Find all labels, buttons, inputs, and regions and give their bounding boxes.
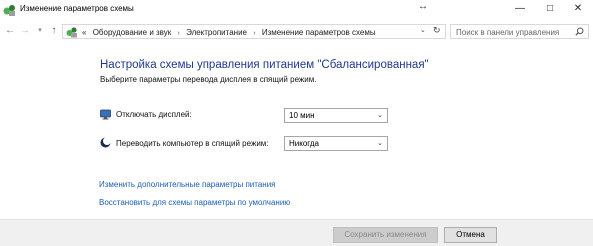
breadcrumb-separator[interactable]: › xyxy=(253,30,255,37)
page-title: Настройка схемы управления питанием "Сба… xyxy=(100,59,429,71)
recent-locations-button[interactable]: ▾ xyxy=(33,23,47,39)
monitor-icon xyxy=(100,109,111,120)
footer-bar xyxy=(0,219,593,246)
back-button[interactable]: ← xyxy=(3,23,17,39)
display-off-label: Отключать дисплей: xyxy=(116,110,192,119)
search-input[interactable]: Поиск в панели управления xyxy=(450,24,589,39)
close-button[interactable]: ✕ xyxy=(563,1,593,17)
display-off-select[interactable]: 10 мин ⌄ xyxy=(284,108,388,123)
minimize-button[interactable]: — xyxy=(505,1,535,17)
display-off-value: 10 мин xyxy=(289,111,315,120)
breadcrumb-prefix[interactable]: « xyxy=(82,28,86,37)
up-button[interactable]: ↑ xyxy=(47,23,61,39)
forward-button[interactable]: → xyxy=(18,23,32,39)
control-panel-icon xyxy=(66,27,77,38)
chevron-down-icon: ⌄ xyxy=(377,112,383,119)
sleep-value: Никогда xyxy=(289,139,319,148)
refresh-icon[interactable]: ↻ xyxy=(433,25,441,36)
breadcrumb-edit-plan[interactable]: Изменение параметров схемы xyxy=(262,28,376,37)
chevron-down-icon: ⌄ xyxy=(377,140,383,147)
breadcrumb: « Оборудование и звук › Электропитание ›… xyxy=(82,26,376,40)
address-bar: ← → ▾ ↑ « Оборудование и звук › Электроп… xyxy=(0,20,593,42)
resize-icon: ↔ xyxy=(418,1,428,12)
breadcrumb-hardware-sound[interactable]: Оборудование и звук xyxy=(93,28,172,37)
search-placeholder: Поиск в панели управления xyxy=(456,28,560,37)
moon-icon xyxy=(100,137,111,148)
search-icon xyxy=(575,27,584,36)
window-title: Изменение параметров схемы xyxy=(20,4,134,13)
power-options-icon xyxy=(3,5,15,16)
save-button[interactable]: Сохранить изменения xyxy=(333,227,438,243)
title-bar: Изменение параметров схемы ↔ — □ ✕ xyxy=(0,0,593,20)
breadcrumb-power-options[interactable]: Электропитание xyxy=(186,28,247,37)
address-dropdown-icon[interactable]: ⌄ xyxy=(420,26,426,34)
cancel-button[interactable]: Отмена xyxy=(444,227,497,243)
breadcrumb-separator[interactable]: › xyxy=(178,30,180,37)
sleep-label: Переводить компьютер в спящий режим: xyxy=(116,139,269,148)
address-box[interactable]: « Оборудование и звук › Электропитание ›… xyxy=(62,24,446,39)
maximize-button[interactable]: □ xyxy=(535,1,565,17)
advanced-settings-link[interactable]: Изменить дополнительные параметры питани… xyxy=(99,180,276,189)
restore-defaults-link[interactable]: Восстановить для схемы параметры по умол… xyxy=(99,198,290,207)
sleep-select[interactable]: Никогда ⌄ xyxy=(284,136,388,151)
page-subtitle: Выберите параметры перевода дисплея в сп… xyxy=(100,75,317,84)
